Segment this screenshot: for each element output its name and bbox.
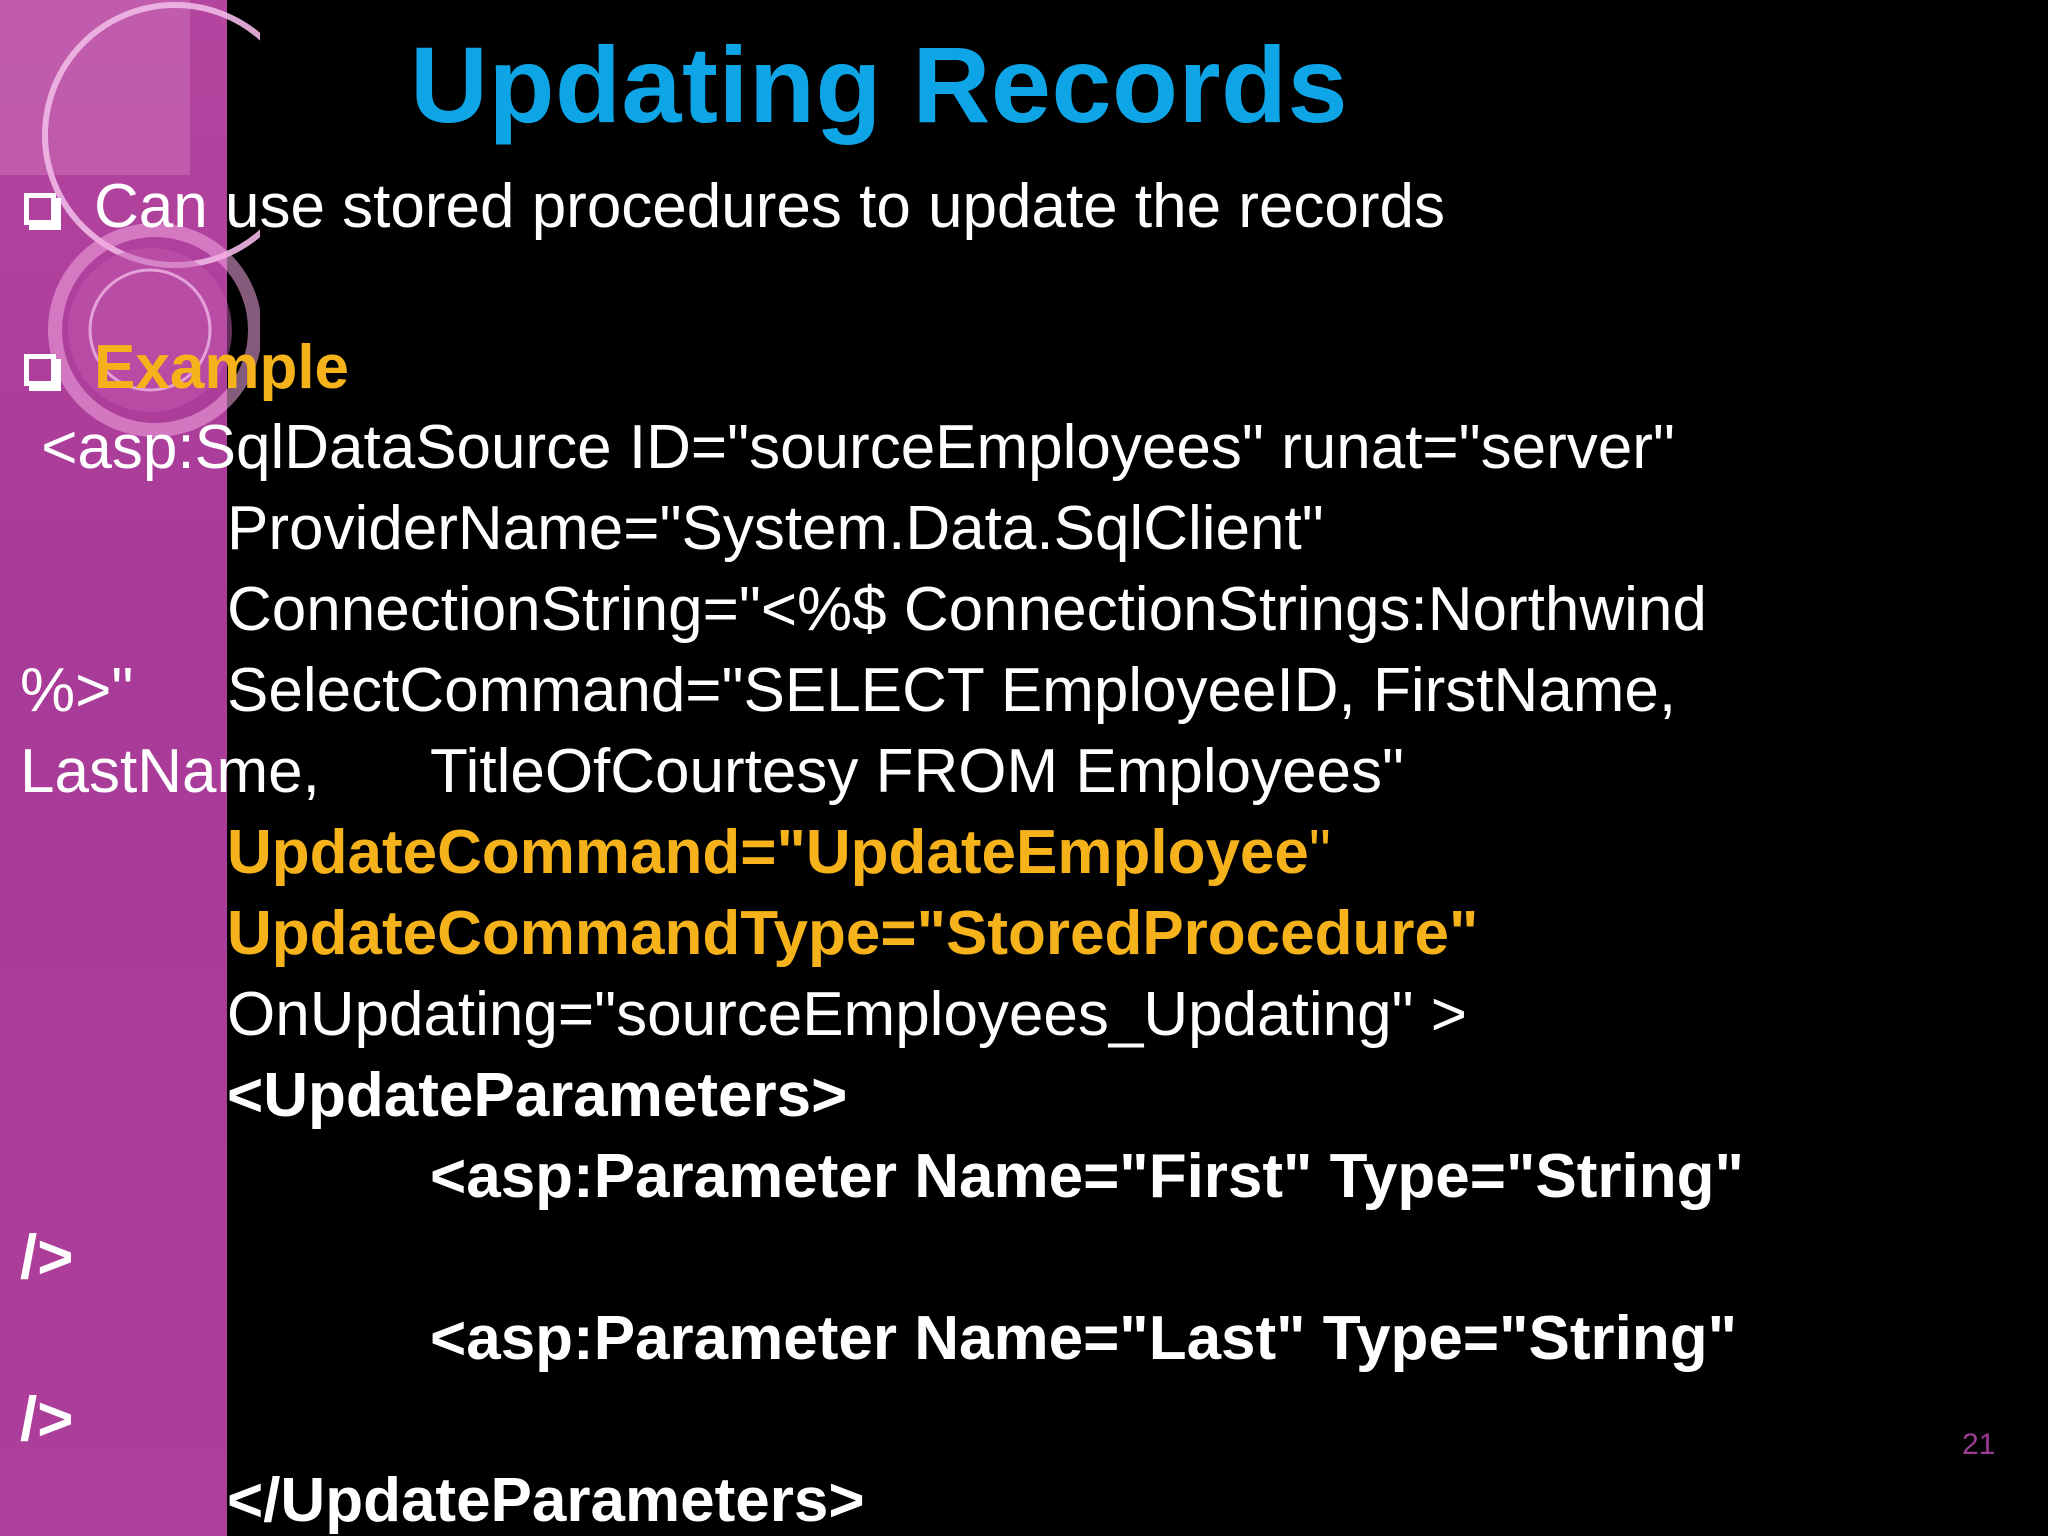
checkbox-bullet-icon (24, 193, 56, 225)
page-number: 21 (1962, 1428, 1996, 1461)
bullet-text-example: Example (94, 333, 350, 402)
code-line-2: ProviderName="System.Data.SqlClient" (227, 494, 1324, 563)
code-line-4b: SelectCommand="SELECT EmployeeID, FirstN… (227, 656, 1677, 725)
code-line-11: /> (20, 1223, 74, 1292)
code-line-14: </UpdateParameters> (227, 1466, 865, 1535)
bullet-line-2: Example (24, 337, 349, 399)
code-line-13: /> (20, 1385, 74, 1454)
code-line-12: <asp:Parameter Name="Last" Type="String" (430, 1304, 1737, 1373)
bullet-text-1: Can use stored procedures to update the … (94, 172, 1446, 241)
code-line-5b: TitleOfCourtesy FROM Employees" (430, 737, 1405, 806)
bullet-line-1: Can use stored procedures to update the … (24, 176, 1445, 238)
code-line-9: <UpdateParameters> (227, 1061, 848, 1130)
code-line-8: OnUpdating="sourceEmployees_Updating" > (227, 980, 1467, 1049)
code-line-3: ConnectionString="<%$ ConnectionStrings:… (227, 575, 1707, 644)
code-line-7: UpdateCommandType="StoredProcedure" (227, 899, 1479, 968)
code-line-10: <asp:Parameter Name="First" Type="String… (430, 1142, 1744, 1211)
checkbox-bullet-icon (24, 354, 56, 386)
code-line-6: UpdateCommand="UpdateEmployee" (227, 822, 1331, 884)
slide-title: Updating Records (410, 24, 1349, 145)
update-command-quote: " (1308, 818, 1331, 887)
update-command-text: UpdateCommand="UpdateEmployee (227, 818, 1309, 887)
code-line-1: <asp:SqlDataSource ID="sourceEmployees" … (24, 413, 1675, 482)
code-line-4a: %>" (20, 656, 134, 725)
code-line-5a: LastName, (20, 737, 320, 806)
